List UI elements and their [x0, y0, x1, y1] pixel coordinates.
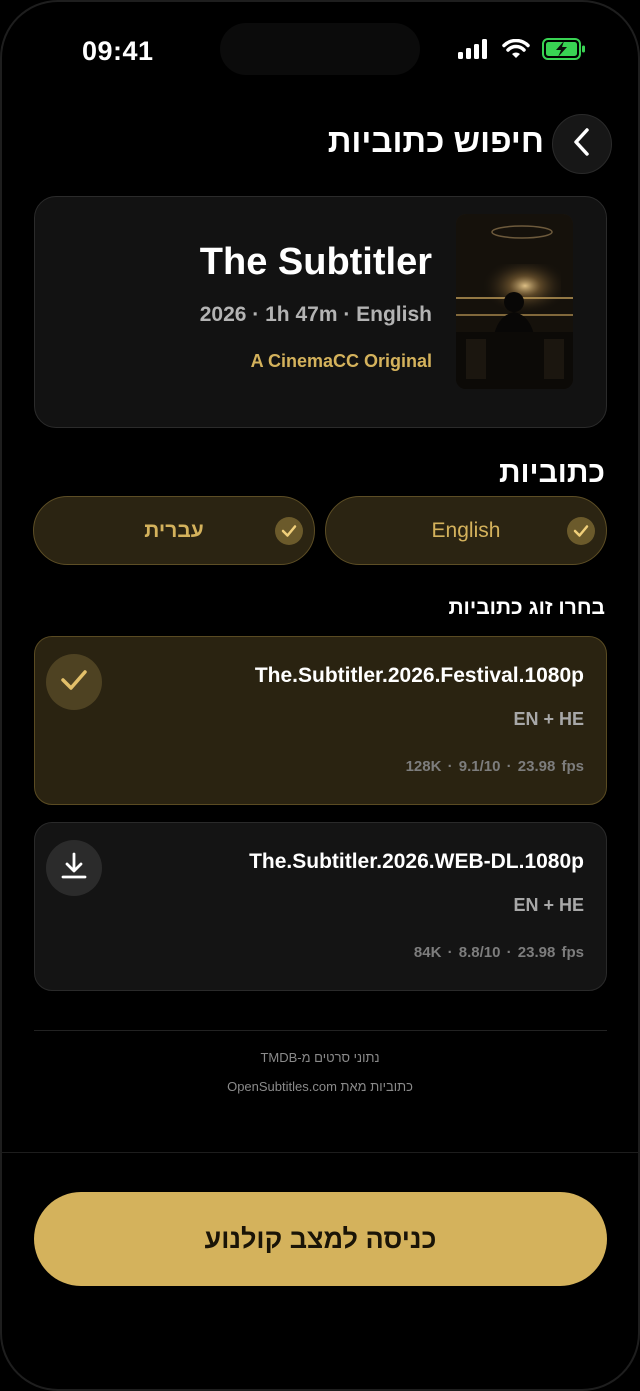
- cta-label: כניסה למצב קולנוע: [204, 1223, 437, 1254]
- select-button[interactable]: [46, 654, 102, 710]
- language-pill-label: English: [431, 518, 501, 542]
- movie-poster: [456, 214, 573, 389]
- movie-meta: 2026 · 1h 47m · English: [199, 303, 432, 326]
- subtitle-stats: 128K · 9.1/10 · 23.98 fps: [405, 758, 584, 775]
- dynamic-island: [220, 23, 420, 75]
- language-pill-label: עברית: [144, 518, 204, 542]
- subtitle-languages: EN + HE: [513, 895, 584, 915]
- page-title: חיפוש כתוביות: [327, 122, 544, 159]
- back-button[interactable]: [552, 114, 612, 174]
- enter-cinema-mode-button[interactable]: כניסה למצב קולנוע: [34, 1192, 607, 1286]
- wifi-icon: [502, 38, 530, 64]
- language-pill-english[interactable]: English: [325, 496, 607, 565]
- movie-card: The Subtitler 2026 · 1h 47m · English A …: [34, 196, 607, 428]
- chevron-left-icon: [571, 127, 593, 162]
- download-icon: [61, 852, 87, 885]
- subtitle-release-name: The.Subtitler.2026.Festival.1080p: [254, 664, 584, 687]
- opensubtitles-credit: כתוביות מאת OpenSubtitles.com: [227, 1079, 413, 1094]
- subtitle-result-card[interactable]: The.Subtitler.2026.WEB-DL.1080p EN + HE …: [34, 822, 607, 991]
- phone-screen: 09:41 חיפוש כתוביות The Subtitler 2026 ·…: [0, 0, 640, 1391]
- signal-icon: [458, 39, 490, 64]
- status-time: 09:41: [82, 36, 154, 66]
- subtitles-section-title: כתוביות: [498, 456, 605, 489]
- tmdb-credit: נתוני סרטים מ-TMDB: [260, 1050, 380, 1065]
- movie-badge: A CinemaCC Original: [250, 351, 432, 371]
- subtitle-pair-title: בחרו זוג כתוביות: [448, 596, 605, 619]
- status-icons: [458, 38, 586, 65]
- battery-charging-icon: [542, 38, 586, 65]
- check-icon: [60, 669, 88, 696]
- language-pill-hebrew[interactable]: עברית: [33, 496, 315, 565]
- subtitle-result-card[interactable]: The.Subtitler.2026.Festival.1080p EN + H…: [34, 636, 607, 805]
- header: חיפוש כתוביות: [0, 112, 640, 176]
- divider: [0, 1152, 640, 1153]
- check-icon: [567, 517, 595, 545]
- subtitle-release-name: The.Subtitler.2026.WEB-DL.1080p: [249, 850, 584, 873]
- movie-title: The Subtitler: [199, 241, 432, 283]
- divider: [34, 1030, 607, 1031]
- check-icon: [275, 517, 303, 545]
- subtitle-languages: EN + HE: [513, 709, 584, 729]
- subtitle-stats: 84K · 8.8/10 · 23.98 fps: [413, 944, 584, 961]
- download-button[interactable]: [46, 840, 102, 896]
